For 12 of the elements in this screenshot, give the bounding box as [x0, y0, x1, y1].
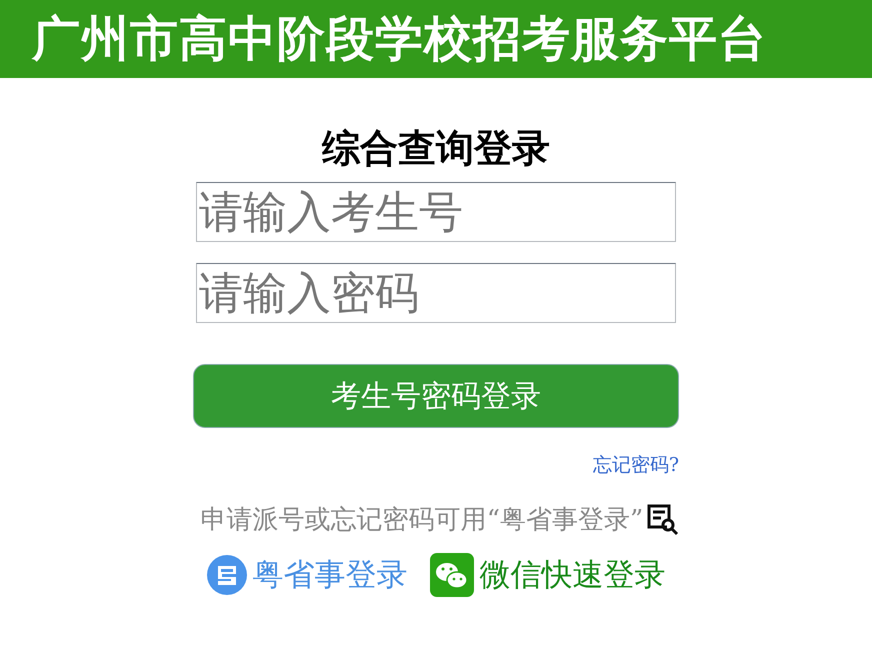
site-title: 广州市高中阶段学校招考服务平台 — [32, 10, 768, 69]
hint-text: 申请派号或忘记密码可用“粤省事登录” — [200, 504, 644, 537]
chat-bubbles-icon — [430, 553, 474, 597]
app-logo-icon — [206, 555, 246, 595]
quick-login-link[interactable]: 微信快速登录 — [430, 553, 666, 597]
input-field[interactable]: 请输入考生号 — [196, 182, 676, 242]
quick-login-link[interactable]: 粤省事登录 — [206, 554, 408, 596]
forgot-password-link[interactable]: 忘记密码? — [592, 452, 679, 478]
document-search-icon[interactable] — [645, 502, 680, 536]
input-field[interactable]: 请输入密码 — [196, 263, 676, 323]
login-button[interactable]: 考生号密码登录 — [193, 364, 679, 428]
form-heading: 综合查询登录 — [322, 125, 550, 172]
